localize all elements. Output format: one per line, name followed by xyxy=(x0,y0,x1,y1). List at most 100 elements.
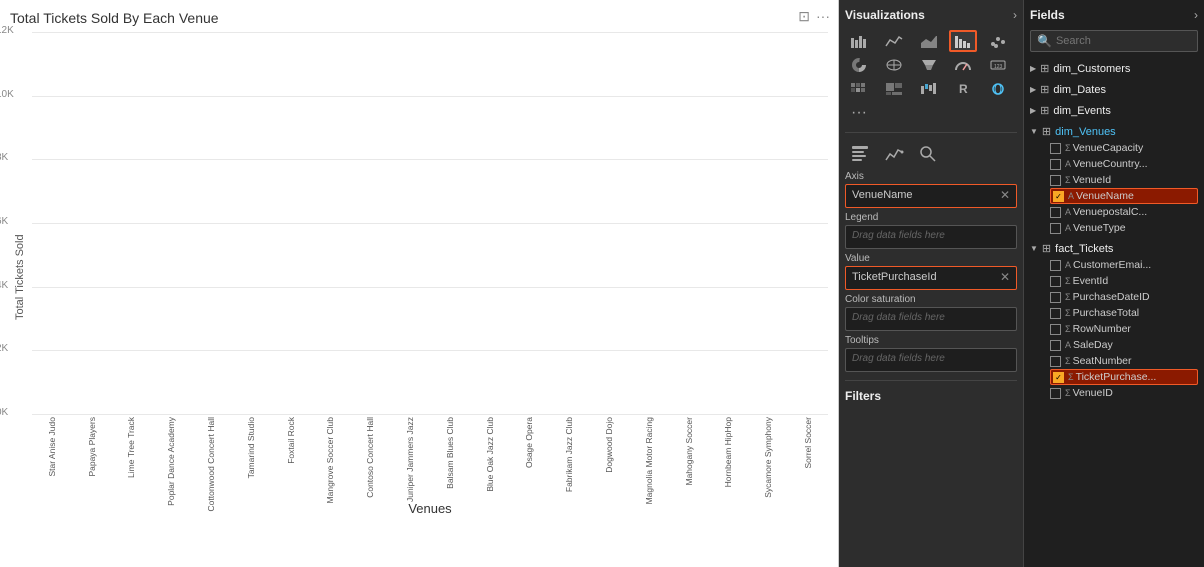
x-axis-label: Dogwood Dojo xyxy=(589,417,629,473)
field-group-header[interactable]: ▶⊞dim_Events xyxy=(1030,102,1198,119)
field-item[interactable]: ΣPurchaseTotal xyxy=(1050,305,1198,321)
search-icon: 🔍 xyxy=(1037,34,1052,48)
x-axis-label: Papaya Players xyxy=(72,417,112,477)
field-item-name: CustomerEmai... xyxy=(1073,259,1198,271)
viz-pie[interactable] xyxy=(845,54,873,76)
value-box[interactable]: TicketPurchaseId ✕ xyxy=(845,266,1017,290)
viz-funnel[interactable] xyxy=(915,54,943,76)
field-group-header[interactable]: ▼⊞fact_Tickets xyxy=(1030,240,1198,257)
field-item-name: VenueType xyxy=(1073,222,1198,234)
field-item[interactable]: AVenuepostalC... xyxy=(1050,204,1198,220)
field-checkbox[interactable] xyxy=(1050,340,1061,351)
value-remove[interactable]: ✕ xyxy=(1000,270,1010,284)
field-group-name: fact_Tickets xyxy=(1055,243,1113,255)
color-saturation-box[interactable]: Drag data fields here xyxy=(845,307,1017,331)
field-item[interactable]: ACustomerEmai... xyxy=(1050,257,1198,273)
field-item[interactable]: AVenueType xyxy=(1050,220,1198,236)
field-type-icon: A xyxy=(1068,191,1074,201)
field-item[interactable]: ΣPurchaseDateID xyxy=(1050,289,1198,305)
field-item-name: VenueName xyxy=(1076,190,1195,202)
field-item-name: VenuepostalC... xyxy=(1073,206,1198,218)
field-checkbox[interactable] xyxy=(1050,143,1061,154)
field-item[interactable]: ΣVenueID xyxy=(1050,385,1198,401)
viz-scatter[interactable] xyxy=(984,30,1012,52)
axis-box[interactable]: VenueName ✕ xyxy=(845,184,1017,208)
color-saturation-well: Color saturation Drag data fields here xyxy=(845,294,1017,331)
more-icon[interactable]: ··· xyxy=(816,8,830,25)
expand-icon[interactable]: ⊡ xyxy=(798,8,810,25)
db-icon: ⊞ xyxy=(1040,62,1049,75)
viz-treemap[interactable] xyxy=(880,78,908,100)
fields-panel-expand[interactable]: › xyxy=(1194,8,1198,22)
axis-value: VenueName xyxy=(852,189,913,201)
field-checkbox[interactable] xyxy=(1050,324,1061,335)
axis-well: Axis VenueName ✕ xyxy=(845,171,1017,208)
field-groups-container: ▶⊞dim_Customers▶⊞dim_Dates▶⊞dim_Events▼⊞… xyxy=(1030,60,1198,401)
axis-remove[interactable]: ✕ xyxy=(1000,188,1010,202)
search-input[interactable] xyxy=(1056,35,1191,47)
field-item-name: RowNumber xyxy=(1073,323,1198,335)
chart-plot: 12K10K8K6K4K2K0K xyxy=(32,32,828,415)
field-checkbox[interactable] xyxy=(1050,207,1061,218)
field-group-header[interactable]: ▼⊞dim_Venues xyxy=(1030,123,1198,140)
search-box[interactable]: 🔍 xyxy=(1030,30,1198,52)
viz-area[interactable] xyxy=(915,30,943,52)
tab-search-format[interactable] xyxy=(913,141,943,167)
viz-line[interactable] xyxy=(880,30,908,52)
viz-waterfall[interactable] xyxy=(915,78,943,100)
field-checkbox[interactable] xyxy=(1050,159,1061,170)
viz-more[interactable]: ··· xyxy=(845,102,873,124)
field-checkbox[interactable]: ✓ xyxy=(1053,191,1064,202)
svg-text:123: 123 xyxy=(994,64,1003,70)
field-checkbox[interactable] xyxy=(1050,308,1061,319)
field-checkbox[interactable] xyxy=(1050,356,1061,367)
gridline-label: 8K xyxy=(0,152,8,163)
field-item[interactable]: AVenueCountry... xyxy=(1050,156,1198,172)
field-group-header[interactable]: ▶⊞dim_Dates xyxy=(1030,81,1198,98)
field-checkbox[interactable] xyxy=(1050,223,1061,234)
field-group: ▶⊞dim_Dates xyxy=(1030,81,1198,98)
legend-box[interactable]: Drag data fields here xyxy=(845,225,1017,249)
x-axis-label: Contoso Concert Hall xyxy=(350,417,390,498)
viz-bar-active[interactable] xyxy=(949,30,977,52)
viz-map[interactable] xyxy=(880,54,908,76)
viz-panel-expand[interactable]: › xyxy=(1013,8,1017,22)
field-item-name: SaleDay xyxy=(1073,339,1198,351)
field-group-name: dim_Customers xyxy=(1053,63,1130,75)
x-axis-labels: Star Anise JudoPapaya PlayersLime Tree T… xyxy=(32,417,828,497)
field-item[interactable]: ΣSeatNumber xyxy=(1050,353,1198,369)
field-item[interactable]: ✓ΣTicketPurchase... xyxy=(1050,369,1198,385)
field-item[interactable]: ✓ AVenueName xyxy=(1050,188,1198,204)
field-item-name: VenueCapacity xyxy=(1073,142,1198,154)
field-checkbox[interactable] xyxy=(1050,276,1061,287)
field-checkbox[interactable] xyxy=(1050,292,1061,303)
tab-format[interactable] xyxy=(845,141,875,167)
field-item[interactable]: ΣVenueId xyxy=(1050,172,1198,188)
viz-r[interactable]: R xyxy=(949,78,977,100)
viz-globe[interactable] xyxy=(984,78,1012,100)
field-item-name: EventId xyxy=(1073,275,1198,287)
field-item[interactable]: ASaleDay xyxy=(1050,337,1198,353)
field-group-header[interactable]: ▶⊞dim_Customers xyxy=(1030,60,1198,77)
fields-panel-title: Fields xyxy=(1030,8,1065,22)
viz-card[interactable]: 123 xyxy=(984,54,1012,76)
viz-matrix[interactable] xyxy=(845,78,873,100)
tooltips-box[interactable]: Drag data fields here xyxy=(845,348,1017,372)
field-checkbox[interactable] xyxy=(1050,175,1061,186)
viz-panel-title: Visualizations xyxy=(845,8,925,22)
field-type-icon: Σ xyxy=(1065,324,1071,334)
viz-stacked-bar[interactable] xyxy=(845,30,873,52)
tooltips-placeholder: Drag data fields here xyxy=(852,353,945,364)
viz-gauge[interactable] xyxy=(949,54,977,76)
x-axis-label: Lime Tree Track xyxy=(112,417,152,478)
field-checkbox[interactable] xyxy=(1050,260,1061,271)
field-item[interactable]: ΣVenueCapacity xyxy=(1050,140,1198,156)
field-checkbox[interactable] xyxy=(1050,388,1061,399)
field-item[interactable]: ΣRowNumber xyxy=(1050,321,1198,337)
field-checkbox[interactable]: ✓ xyxy=(1053,372,1064,383)
field-type-icon: Σ xyxy=(1065,143,1071,153)
x-axis-label: Sycamore Symphony xyxy=(748,417,788,498)
field-item[interactable]: ΣEventId xyxy=(1050,273,1198,289)
tab-analytics[interactable] xyxy=(879,141,909,167)
field-item-name: PurchaseTotal xyxy=(1073,307,1198,319)
